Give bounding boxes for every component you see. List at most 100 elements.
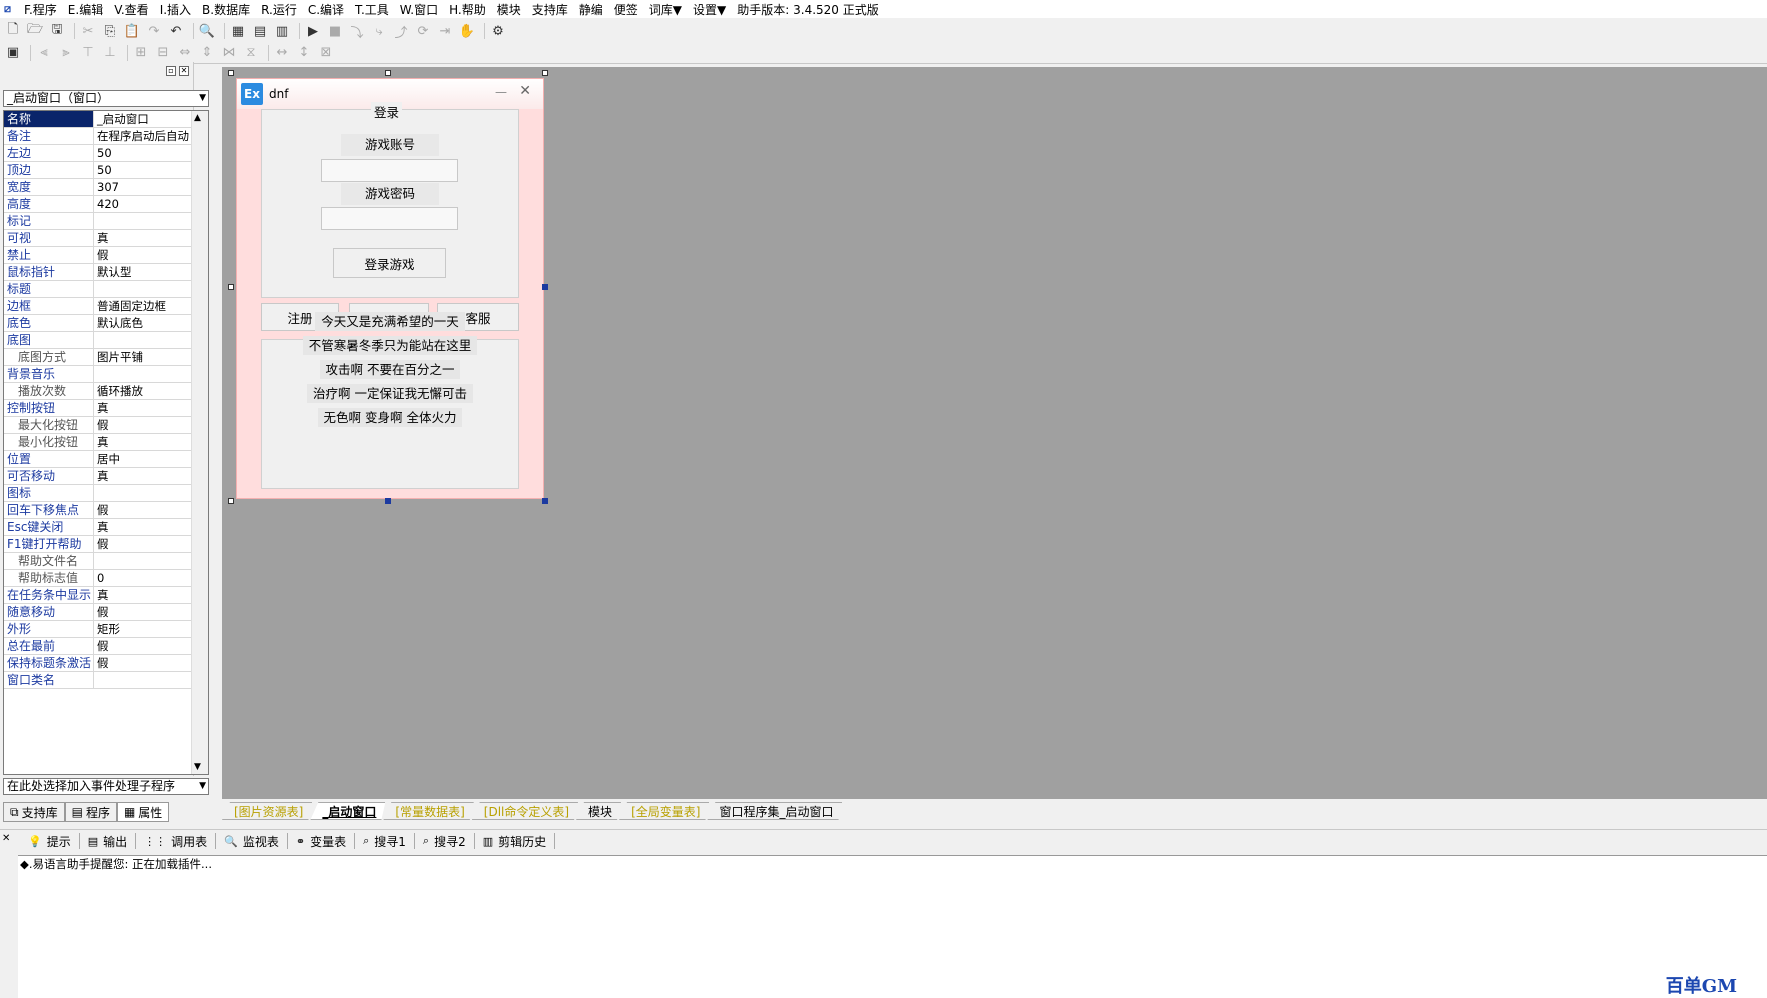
size2-icon[interactable]: ↕ — [295, 44, 313, 62]
property-row[interactable]: 可视真 — [4, 230, 208, 247]
menu-item-15[interactable]: 设置▼ — [693, 1, 726, 18]
paste-icon[interactable]: 📋 — [123, 22, 141, 40]
copy-icon[interactable]: ⎘ — [101, 22, 119, 40]
resize-handle[interactable] — [385, 498, 391, 504]
close-icon[interactable]: ✕ — [519, 83, 531, 99]
account-input[interactable] — [321, 159, 458, 182]
editor-tab[interactable]: _启动窗口 — [310, 802, 385, 820]
menu-item-12[interactable]: 静编 — [579, 1, 603, 18]
scroll-down-icon[interactable]: ▼ — [194, 762, 201, 772]
property-row[interactable]: F1键打开帮助假 — [4, 536, 208, 553]
resize-handle[interactable] — [542, 498, 548, 504]
property-row[interactable]: 在任务条中显示真 — [4, 587, 208, 604]
password-input[interactable] — [321, 207, 458, 230]
calculator-icon[interactable]: ▣ — [4, 44, 22, 62]
tab-program[interactable]: ▤ 程序 — [64, 802, 117, 822]
tab-properties[interactable]: ▦ 属性 — [116, 802, 170, 822]
compile-icon[interactable]: ⚙ — [489, 22, 507, 40]
output-tab[interactable]: ⚭ 变量表 — [288, 833, 356, 849]
menu-item-9[interactable]: H.帮助 — [449, 1, 486, 18]
resize-handle[interactable] — [542, 284, 548, 290]
align-left-icon[interactable]: ⫷ — [35, 44, 53, 62]
property-row[interactable]: 宽度 307 — [4, 179, 208, 196]
property-row[interactable]: 可否移动真 — [4, 468, 208, 485]
menu-item-2[interactable]: V.查看 — [114, 1, 148, 18]
layout1-icon[interactable]: ▦ — [229, 22, 247, 40]
grid-icon[interactable]: ⊠ — [317, 44, 335, 62]
property-row[interactable]: 顶边 50 — [4, 162, 208, 179]
property-row[interactable]: 底图方式 图片平铺 — [4, 349, 208, 366]
output-tab[interactable]: ⌕ 搜寻2 — [415, 833, 475, 849]
layout2-icon[interactable]: ▤ — [251, 22, 269, 40]
menu-item-8[interactable]: W.窗口 — [400, 1, 438, 18]
event-selector[interactable]: 在此处选择加入事件处理子程序 ▼ — [3, 778, 209, 795]
center-h-icon[interactable]: ⊞ — [132, 44, 150, 62]
step-into-icon[interactable]: ⤷ — [370, 22, 388, 40]
resize-handle[interactable] — [542, 70, 548, 76]
step-icon[interactable]: ⤵ — [348, 22, 366, 41]
property-row[interactable]: 帮助文件名 — [4, 553, 208, 570]
menu-item-16[interactable]: 助手版本: 3.4.520 正式版 — [737, 1, 878, 18]
editor-tab[interactable]: 模块 — [576, 802, 621, 820]
menu-item-13[interactable]: 便签 — [614, 1, 638, 18]
open-file-icon[interactable]: 🗁 — [26, 22, 44, 40]
editor-tab[interactable]: 窗口程序集_启动窗口 — [707, 802, 842, 820]
close-icon[interactable]: ✕ — [2, 833, 10, 844]
resize-handle[interactable] — [385, 70, 391, 76]
menu-item-14[interactable]: 词库▼ — [649, 1, 682, 18]
panel-pin-icon[interactable]: ▫ — [166, 66, 176, 76]
property-row[interactable]: 回车下移焦点假 — [4, 502, 208, 519]
property-row[interactable]: 总在最前假 — [4, 638, 208, 655]
output-tab[interactable]: 🔍 监视表 — [216, 833, 288, 849]
property-row[interactable]: 最小化按钮真 — [4, 434, 208, 451]
menu-item-3[interactable]: I.插入 — [160, 1, 191, 18]
output-tab[interactable]: 💡 提示 — [20, 833, 80, 849]
object-selector[interactable]: _启动窗口（窗口） ▼ — [3, 90, 209, 107]
menu-item-1[interactable]: E.编辑 — [68, 1, 103, 18]
resize-handle[interactable] — [228, 70, 234, 76]
property-row[interactable]: 随意移动假 — [4, 604, 208, 621]
output-tab[interactable]: ▥ 剪辑历史 — [475, 833, 556, 849]
property-row[interactable]: 底色 默认底色 — [4, 315, 208, 332]
property-row[interactable]: 高度 420 — [4, 196, 208, 213]
layout3-icon[interactable]: ▥ — [273, 22, 291, 40]
step-out-icon[interactable]: ⤴ — [392, 22, 410, 41]
menu-item-0[interactable]: F.程序 — [24, 1, 57, 18]
property-row[interactable]: 标记 — [4, 213, 208, 230]
editor-tab[interactable]: [常量数据表] — [383, 802, 473, 820]
stop-icon[interactable]: ■ — [326, 22, 344, 40]
cursor-step-icon[interactable]: ⇥ — [436, 22, 454, 40]
property-row[interactable]: 边框 普通固定边框 — [4, 298, 208, 315]
menu-item-7[interactable]: T.工具 — [355, 1, 389, 18]
tab-support-lib[interactable]: ⧉ 支持库 — [3, 802, 65, 822]
property-row[interactable]: 保持标题条激活假 — [4, 655, 208, 672]
editor-tab[interactable]: [Dll命令定义表] — [472, 802, 578, 820]
property-value[interactable]: _启动窗口 — [94, 111, 190, 127]
property-row[interactable]: 底图 — [4, 332, 208, 349]
step-over-icon[interactable]: ⟳ — [414, 22, 432, 40]
property-row[interactable]: 图标 — [4, 485, 208, 502]
login-button[interactable]: 登录游戏 — [333, 248, 446, 278]
property-row[interactable]: 左边 50 — [4, 145, 208, 162]
property-row[interactable]: 最大化按钮假 — [4, 417, 208, 434]
same-width-icon[interactable]: ⇔ — [176, 44, 194, 62]
property-row[interactable]: 备注 在程序启动后自动 — [4, 128, 208, 145]
editor-tab[interactable]: [图片资源表] — [222, 802, 312, 820]
same-height-icon[interactable]: ⇕ — [198, 44, 216, 62]
property-row[interactable]: 帮助标志值 0 — [4, 570, 208, 587]
menu-item-5[interactable]: R.运行 — [261, 1, 297, 18]
form-window[interactable]: Ex dnf — ✕ 登录 游戏账号 游戏密码 登录游戏 注册 修改 客服 今天… — [236, 78, 544, 499]
menu-item-11[interactable]: 支持库 — [532, 1, 568, 18]
resize-handle[interactable] — [228, 498, 234, 504]
redo-icon[interactable]: ↷ — [145, 22, 163, 40]
align-top-icon[interactable]: ⊤ — [79, 44, 97, 62]
property-row[interactable]: 名称_启动窗口··· — [4, 111, 208, 128]
property-row[interactable]: Esc键关闭真 — [4, 519, 208, 536]
output-tab[interactable]: ⋮⋮ 调用表 — [136, 833, 217, 849]
property-row[interactable]: 鼠标指针 默认型 — [4, 264, 208, 281]
undo-icon[interactable]: ↶ — [167, 22, 185, 40]
align-right-icon[interactable]: ⫸ — [57, 44, 75, 62]
find-icon[interactable]: 🔍 — [198, 22, 216, 40]
space-h-icon[interactable]: ⋈ — [220, 44, 238, 62]
minimize-icon[interactable]: — — [495, 85, 507, 99]
